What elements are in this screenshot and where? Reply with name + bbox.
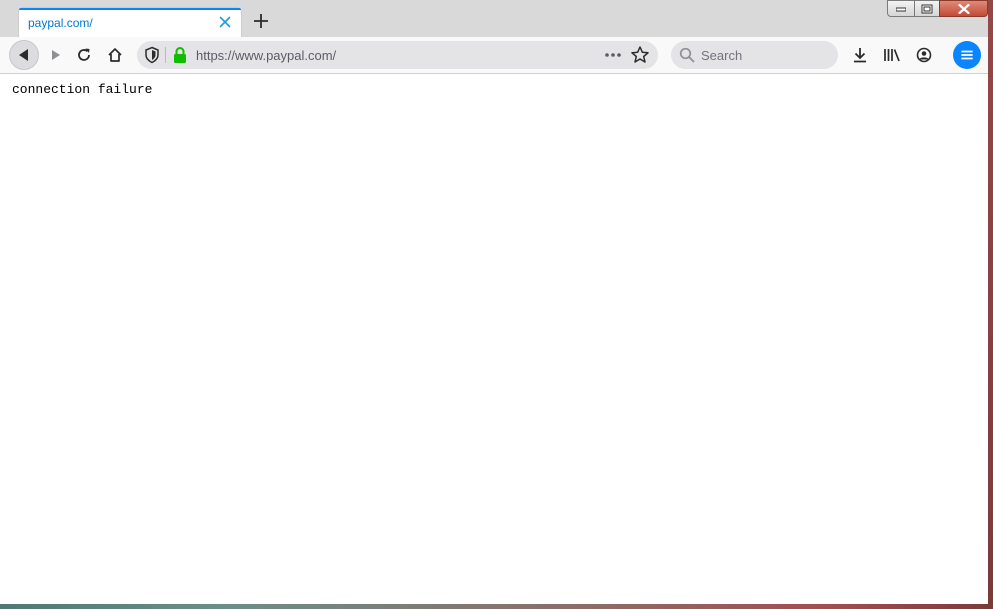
window-close-button[interactable] [939,0,988,17]
account-button[interactable] [910,41,938,69]
error-message: connection failure [12,82,153,97]
menu-button[interactable] [953,41,981,69]
home-button[interactable] [101,41,129,69]
star-icon[interactable] [630,45,650,65]
address-bar-divider [165,47,166,63]
window-controls [887,0,988,18]
browser-window: paypal.com/ https://www.paypal.com/ Sear… [0,0,988,604]
library-button[interactable] [878,41,906,69]
lock-icon[interactable] [172,46,188,64]
search-input[interactable]: Search [701,48,742,63]
navigation-toolbar: https://www.paypal.com/ Search [0,37,988,74]
search-box[interactable]: Search [671,41,838,69]
back-button[interactable] [9,40,39,70]
forward-button[interactable] [42,41,70,69]
reload-icon [78,48,90,61]
home-icon [108,48,122,62]
downloads-button[interactable] [846,41,874,69]
forward-arrow-icon [52,50,60,60]
shield-icon[interactable] [143,46,161,64]
hamburger-menu-icon [961,50,973,60]
tab-active[interactable]: paypal.com/ [19,8,241,37]
address-bar[interactable]: https://www.paypal.com/ [137,41,658,69]
reload-button[interactable] [70,41,98,69]
account-icon [916,47,932,63]
more-dots-icon[interactable] [602,46,624,64]
page-content: connection failure [0,74,988,604]
minimize-button[interactable] [887,0,915,17]
search-icon [679,47,695,63]
maximize-button[interactable] [914,0,940,17]
plus-icon[interactable] [252,12,270,30]
library-icon [884,49,900,62]
download-icon [854,48,866,63]
url-text[interactable]: https://www.paypal.com/ [196,48,336,63]
tab-title: paypal.com/ [28,16,93,30]
tab-active-indicator [19,8,241,10]
tab-strip: paypal.com/ [0,0,988,37]
back-arrow-icon [19,49,28,61]
close-icon[interactable] [217,14,233,30]
